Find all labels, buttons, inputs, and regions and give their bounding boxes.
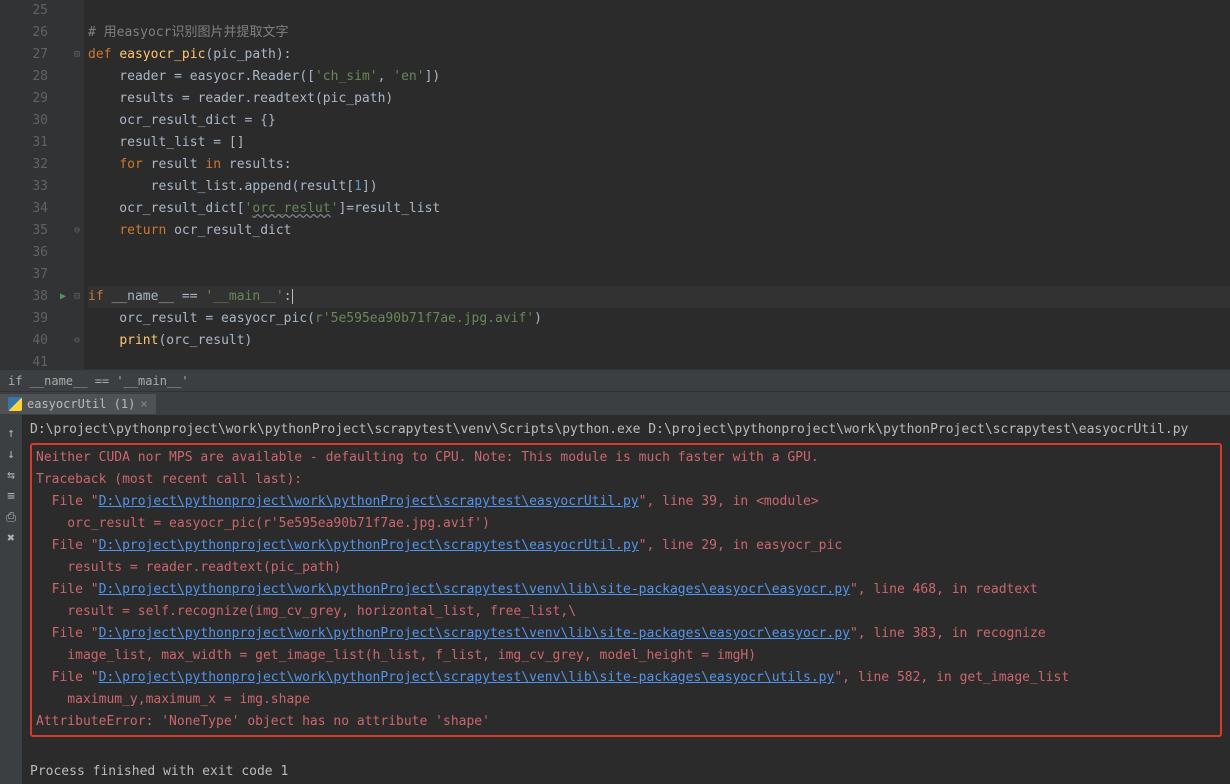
fold-toggle-icon[interactable]: ⊖ <box>70 220 84 242</box>
traceback-file-link[interactable]: D:\project\pythonproject\work\pythonProj… <box>99 670 835 685</box>
console-line: File "D:\project\pythonproject\work\pyth… <box>36 623 1216 645</box>
line-number: 25 <box>16 0 48 22</box>
editor-area: 2526272829303132333435363738394041 ▶ ⊟⊖⊟… <box>0 0 1230 369</box>
traceback-file-link[interactable]: D:\project\pythonproject\work\pythonProj… <box>99 626 850 641</box>
console-cmdline: D:\project\pythonproject\work\pythonProj… <box>30 419 1222 441</box>
console-line: maximum_y,maximum_x = img.shape <box>36 689 1216 711</box>
run-config-tab[interactable]: easyocrUtil (1) × <box>0 394 156 414</box>
line-number: 30 <box>16 110 48 132</box>
run-tab-bar: easyocrUtil (1) × <box>0 391 1230 415</box>
console-line: File "D:\project\pythonproject\work\pyth… <box>36 491 1216 513</box>
fold-toggle-icon[interactable]: ⊟ <box>70 44 84 66</box>
console-line: File "D:\project\pythonproject\work\pyth… <box>36 667 1216 689</box>
console-tool-button[interactable]: ⇆ <box>3 468 19 484</box>
code-line[interactable]: for result in results: <box>88 154 1230 176</box>
line-number: 29 <box>16 88 48 110</box>
console-line: AttributeError: 'NoneType' object has no… <box>36 711 1216 733</box>
console-tool-button[interactable]: ✖ <box>3 531 19 547</box>
code-line[interactable]: def easyocr_pic(pic_path): <box>88 44 1230 66</box>
console-tool-button[interactable]: ↑ <box>3 426 19 442</box>
traceback-file-link[interactable]: D:\project\pythonproject\work\pythonProj… <box>99 494 639 509</box>
line-number-gutter: 2526272829303132333435363738394041 <box>16 0 56 369</box>
run-gutter: ▶ <box>56 0 70 369</box>
line-number: 39 <box>16 308 48 330</box>
console-line: File "D:\project\pythonproject\work\pyth… <box>36 535 1216 557</box>
error-highlight-box: Neither CUDA nor MPS are available - def… <box>30 443 1222 737</box>
traceback-file-link[interactable]: D:\project\pythonproject\work\pythonProj… <box>99 538 639 553</box>
code-line[interactable] <box>88 264 1230 286</box>
close-icon[interactable]: × <box>140 397 147 411</box>
code-line[interactable]: results = reader.readtext(pic_path) <box>88 88 1230 110</box>
code-editor[interactable]: # 用easyocr识别图片并提取文字def easyocr_pic(pic_p… <box>84 0 1230 369</box>
line-number: 27 <box>16 44 48 66</box>
code-line[interactable]: if __name__ == '__main__': <box>88 286 1230 308</box>
console-output[interactable]: D:\project\pythonproject\work\pythonProj… <box>22 415 1230 784</box>
code-line[interactable] <box>88 242 1230 264</box>
code-line[interactable]: print(orc_result) <box>88 330 1230 352</box>
line-number: 26 <box>16 22 48 44</box>
console-tool-button[interactable]: ↓ <box>3 447 19 463</box>
console-tool-button[interactable]: ≡ <box>3 489 19 505</box>
code-line[interactable]: ocr_result_dict = {} <box>88 110 1230 132</box>
line-number: 35 <box>16 220 48 242</box>
line-number: 36 <box>16 242 48 264</box>
fold-toggle-icon[interactable]: ⊖ <box>70 330 84 352</box>
code-line[interactable]: result_list.append(result[1]) <box>88 176 1230 198</box>
code-line[interactable]: # 用easyocr识别图片并提取文字 <box>88 22 1230 44</box>
console-line: results = reader.readtext(pic_path) <box>36 557 1216 579</box>
console-line: image_list, max_width = get_image_list(h… <box>36 645 1216 667</box>
line-number: 31 <box>16 132 48 154</box>
line-number: 38 <box>16 286 48 308</box>
console-line: File "D:\project\pythonproject\work\pyth… <box>36 579 1216 601</box>
code-line[interactable]: return ocr_result_dict <box>88 220 1230 242</box>
run-tab-label: easyocrUtil (1) <box>27 397 135 411</box>
console-line: Traceback (most recent call last): <box>36 469 1216 491</box>
line-number: 28 <box>16 66 48 88</box>
console-panel: ↑ ↓ ⇆ ≡ ⎙ ✖ D:\project\pythonproject\work\pyt… <box>0 415 1230 784</box>
code-line[interactable]: reader = easyocr.Reader(['ch_sim', 'en']… <box>88 66 1230 88</box>
gutter-marker <box>2 9 14 21</box>
traceback-file-link[interactable]: D:\project\pythonproject\work\pythonProj… <box>99 582 850 597</box>
python-icon <box>8 397 22 411</box>
code-line[interactable]: result_list = [] <box>88 132 1230 154</box>
console-line: result = self.recognize(img_cv_grey, hor… <box>36 601 1216 623</box>
line-number: 37 <box>16 264 48 286</box>
console-line: orc_result = easyocr_pic(r'5e595ea90b71f… <box>36 513 1216 535</box>
run-line-icon[interactable]: ▶ <box>56 286 70 308</box>
console-tool-button[interactable]: ⎙ <box>3 510 19 526</box>
console-line: Neither CUDA nor MPS are available - def… <box>36 447 1216 469</box>
console-toolbar: ↑ ↓ ⇆ ≡ ⎙ ✖ <box>0 415 22 784</box>
line-number: 40 <box>16 330 48 352</box>
gutter-icons-strip <box>0 0 16 369</box>
fold-toggle-icon[interactable]: ⊟ <box>70 286 84 308</box>
line-number: 32 <box>16 154 48 176</box>
line-number: 34 <box>16 198 48 220</box>
breadcrumb-text: if __name__ == '__main__' <box>8 374 189 388</box>
code-line[interactable] <box>88 352 1230 374</box>
fold-gutter: ⊟ ⊖ ⊟ ⊖ <box>70 0 84 369</box>
console-exit-line: Process finished with exit code 1 <box>30 761 1222 783</box>
code-line[interactable]: ocr_result_dict['orc_reslut']=result_lis… <box>88 198 1230 220</box>
code-line[interactable]: orc_result = easyocr_pic(r'5e595ea90b71f… <box>88 308 1230 330</box>
line-number: 33 <box>16 176 48 198</box>
code-line[interactable] <box>88 0 1230 22</box>
